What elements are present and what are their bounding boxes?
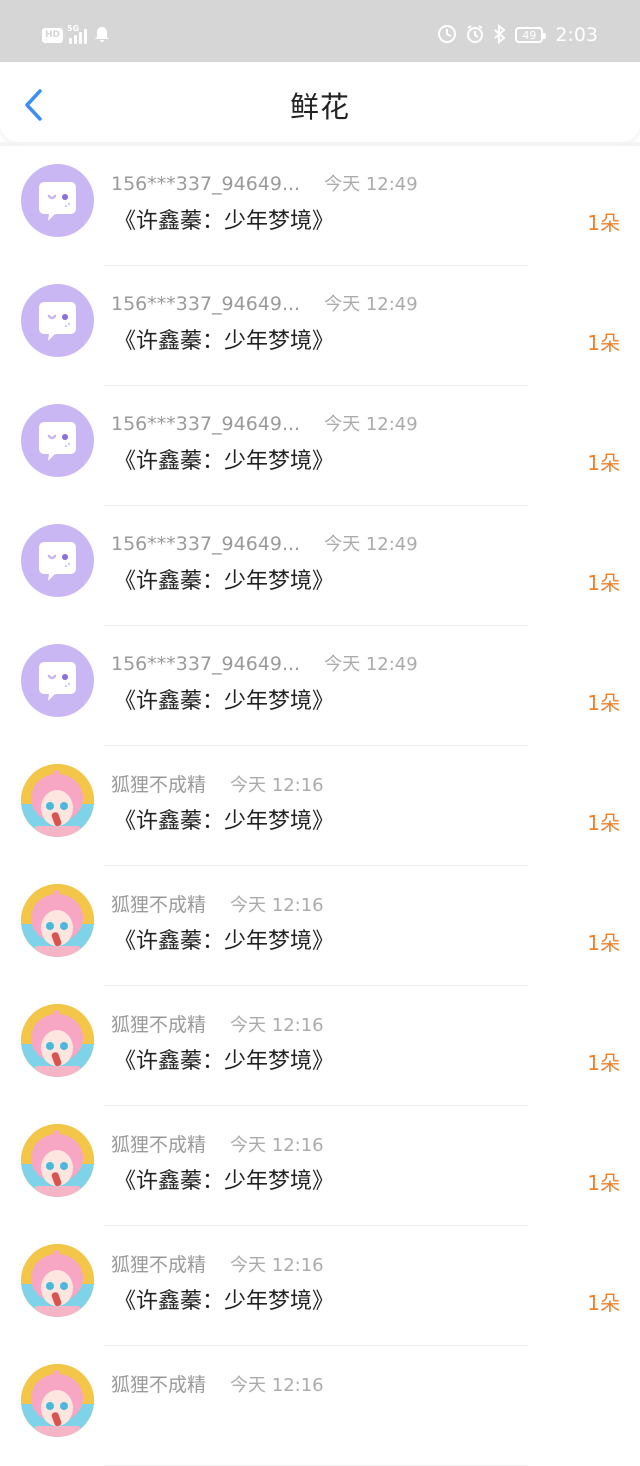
sent-time: 今天 12:16 xyxy=(230,1375,324,1396)
flower-count: 1朵 xyxy=(587,1171,620,1195)
battery-icon: 49 xyxy=(515,27,547,43)
sent-time: 今天 12:49 xyxy=(324,174,418,195)
book-title: 《许鑫蓁：少年梦境》 xyxy=(114,569,335,594)
clock: 2:03 xyxy=(555,24,598,46)
book-title: 《许鑫蓁：少年梦境》 xyxy=(114,1169,335,1194)
sender-meta: 狐狸不成精 今天 12:16 xyxy=(111,1250,324,1277)
nav-header: 鲜花 xyxy=(0,62,640,142)
list-item[interactable]: 狐狸不成精 今天 12:16 《许鑫蓁：少年梦境》 1朵 xyxy=(0,866,640,986)
sent-time: 今天 12:16 xyxy=(230,1135,324,1156)
list-item[interactable]: 狐狸不成精 今天 12:16 《许鑫蓁：少年梦境》 1朵 xyxy=(0,1226,640,1346)
user-avatar[interactable] xyxy=(21,1124,94,1197)
book-title: 《许鑫蓁：少年梦境》 xyxy=(114,449,335,474)
sent-time: 今天 12:16 xyxy=(230,775,324,796)
sent-time: 今天 12:16 xyxy=(230,1255,324,1276)
flower-count: 1朵 xyxy=(587,211,620,235)
sender-name: 狐狸不成精 xyxy=(111,1374,207,1396)
default-chat-avatar-icon[interactable] xyxy=(21,404,94,477)
book-title: 《许鑫蓁：少年梦境》 xyxy=(114,929,335,954)
list-item[interactable]: 狐狸不成精 今天 12:16 xyxy=(0,1346,640,1466)
signal-icon: 5G xyxy=(67,24,88,44)
flower-count: 1朵 xyxy=(587,331,620,355)
sender-meta: 156***337_94649... 今天 12:49 xyxy=(111,530,418,556)
sender-meta: 狐狸不成精 今天 12:16 xyxy=(111,1130,324,1157)
flower-count: 1朵 xyxy=(587,691,620,715)
sender-name: 156***337_94649... xyxy=(111,293,301,315)
sender-name: 156***337_94649... xyxy=(111,653,301,675)
list-item[interactable]: 156***337_94649... 今天 12:49 《许鑫蓁：少年梦境》 1朵 xyxy=(0,386,640,506)
flower-count: 1朵 xyxy=(587,571,620,595)
sender-name: 狐狸不成精 xyxy=(111,894,207,916)
book-title: 《许鑫蓁：少年梦境》 xyxy=(114,209,335,234)
sent-time: 今天 12:16 xyxy=(230,895,324,916)
book-title: 《许鑫蓁：少年梦境》 xyxy=(114,689,335,714)
flower-count: 1朵 xyxy=(587,1051,620,1075)
page-title: 鲜花 xyxy=(289,90,350,124)
book-title: 《许鑫蓁：少年梦境》 xyxy=(114,809,335,834)
sent-time: 今天 12:49 xyxy=(324,294,418,315)
list-item[interactable]: 156***337_94649... 今天 12:49 《许鑫蓁：少年梦境》 1朵 xyxy=(0,626,640,746)
sent-time: 今天 12:49 xyxy=(324,654,418,675)
hd-badge: HD xyxy=(42,27,64,43)
sender-name: 156***337_94649... xyxy=(111,533,301,555)
list-item[interactable]: 156***337_94649... 今天 12:49 《许鑫蓁：少年梦境》 1朵 xyxy=(0,506,640,626)
sender-name: 狐狸不成精 xyxy=(111,774,207,796)
status-bar-left: HD 5G xyxy=(42,24,111,46)
sender-meta: 156***337_94649... 今天 12:49 xyxy=(111,290,418,316)
default-chat-avatar-icon[interactable] xyxy=(21,524,94,597)
flower-count: 1朵 xyxy=(587,1291,620,1315)
sender-meta: 狐狸不成精 今天 12:16 xyxy=(111,770,324,797)
sender-meta: 156***337_94649... 今天 12:49 xyxy=(111,170,418,196)
sender-name: 狐狸不成精 xyxy=(111,1254,207,1276)
user-avatar[interactable] xyxy=(21,884,94,957)
list-item[interactable]: 狐狸不成精 今天 12:16 《许鑫蓁：少年梦境》 1朵 xyxy=(0,986,640,1106)
sender-name: 狐狸不成精 xyxy=(111,1014,207,1036)
book-title: 《许鑫蓁：少年梦境》 xyxy=(114,1289,335,1314)
status-bar: HD 5G 49 2:03 xyxy=(0,0,640,62)
list-item[interactable]: 狐狸不成精 今天 12:16 《许鑫蓁：少年梦境》 1朵 xyxy=(0,746,640,866)
list-item[interactable]: 156***337_94649... 今天 12:49 《许鑫蓁：少年梦境》 1朵 xyxy=(0,266,640,386)
default-chat-avatar-icon[interactable] xyxy=(21,284,94,357)
sender-name: 狐狸不成精 xyxy=(111,1134,207,1156)
user-avatar[interactable] xyxy=(21,1004,94,1077)
eye-comfort-icon xyxy=(437,24,457,47)
book-title: 《许鑫蓁：少年梦境》 xyxy=(114,329,335,354)
alarm-icon xyxy=(465,24,485,47)
sender-meta: 156***337_94649... 今天 12:49 xyxy=(111,650,418,676)
sent-time: 今天 12:16 xyxy=(230,1015,324,1036)
user-avatar[interactable] xyxy=(21,1364,94,1437)
sent-time: 今天 12:49 xyxy=(324,534,418,555)
sender-meta: 狐狸不成精 今天 12:16 xyxy=(111,890,324,917)
default-chat-avatar-icon[interactable] xyxy=(21,644,94,717)
sent-time: 今天 12:49 xyxy=(324,414,418,435)
flower-gift-list: 156***337_94649... 今天 12:49 《许鑫蓁：少年梦境》 1朵 15… xyxy=(0,146,640,1466)
sender-name: 156***337_94649... xyxy=(111,173,301,195)
sender-meta: 狐狸不成精 今天 12:16 xyxy=(111,1370,324,1397)
default-chat-avatar-icon[interactable] xyxy=(21,164,94,237)
flower-count: 1朵 xyxy=(587,811,620,835)
status-bar-right: 49 2:03 xyxy=(437,22,598,48)
bluetooth-icon xyxy=(493,23,507,47)
flower-count: 1朵 xyxy=(587,931,620,955)
user-avatar[interactable] xyxy=(21,1244,94,1317)
sender-meta: 狐狸不成精 今天 12:16 xyxy=(111,1010,324,1037)
list-item[interactable]: 狐狸不成精 今天 12:16 《许鑫蓁：少年梦境》 1朵 xyxy=(0,1106,640,1226)
list-item[interactable]: 156***337_94649... 今天 12:49 《许鑫蓁：少年梦境》 1朵 xyxy=(0,146,640,266)
flower-count: 1朵 xyxy=(587,451,620,475)
sender-meta: 156***337_94649... 今天 12:49 xyxy=(111,410,418,436)
user-avatar[interactable] xyxy=(21,764,94,837)
notification-bell-icon xyxy=(93,25,111,46)
book-title: 《许鑫蓁：少年梦境》 xyxy=(114,1049,335,1074)
sender-name: 156***337_94649... xyxy=(111,413,301,435)
